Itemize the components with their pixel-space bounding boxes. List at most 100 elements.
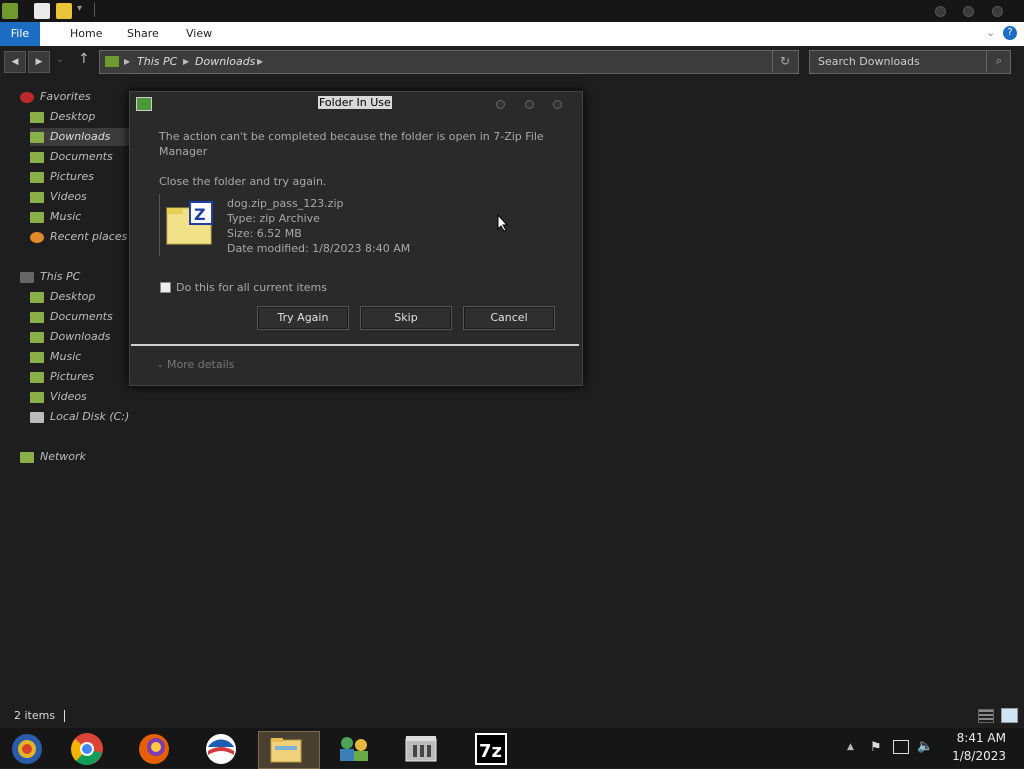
nav-item-pc-videos[interactable]: Videos: [30, 388, 87, 406]
nav-item-pc-pictures[interactable]: Pictures: [30, 368, 94, 386]
videos-icon: [30, 191, 44, 203]
back-button[interactable]: ◀: [4, 51, 26, 73]
refresh-button[interactable]: ↻: [772, 50, 797, 72]
volume-icon[interactable]: 🔈: [917, 739, 933, 754]
desktop-icon: [30, 111, 44, 123]
firefox-taskbar-icon[interactable]: [125, 731, 185, 767]
clock-date[interactable]: 1/8/2023: [948, 749, 1006, 763]
chevron-down-icon[interactable]: ⌄: [157, 360, 164, 369]
tab-home[interactable]: Home: [62, 22, 110, 46]
start-button[interactable]: [0, 731, 60, 767]
nav-item-pc-documents[interactable]: Documents: [30, 308, 113, 326]
search-box[interactable]: Search Downloads ⌕: [809, 50, 1011, 74]
nav-this-pc[interactable]: This PC: [20, 268, 80, 286]
nav-item-pc-downloads[interactable]: Downloads: [30, 328, 110, 346]
breadcrumb-downloads[interactable]: Downloads: [195, 51, 255, 73]
qat-dropdown-icon[interactable]: ▾: [77, 3, 82, 14]
nav-item-desktop[interactable]: Desktop: [30, 108, 95, 126]
dialog-close-button[interactable]: [553, 100, 562, 109]
minimize-button[interactable]: [935, 6, 946, 17]
videos-icon: [30, 391, 44, 403]
breadcrumb-this-pc[interactable]: This PC: [137, 51, 177, 73]
new-folder-icon[interactable]: [56, 3, 72, 19]
svg-text:Z: Z: [194, 205, 206, 224]
folder-in-use-dialog: Folder In Use The action can't be comple…: [129, 91, 583, 386]
properties-icon[interactable]: [34, 3, 50, 19]
desktop-icon: [30, 291, 44, 303]
nav-item-pc-desktop[interactable]: Desktop: [30, 288, 95, 306]
tab-share[interactable]: Share: [119, 22, 167, 46]
nav-item-downloads[interactable]: Downloads: [30, 128, 130, 146]
flag-icon[interactable]: ⚑: [870, 740, 882, 755]
7zip-taskbar-icon[interactable]: 7z: [460, 731, 520, 767]
nav-item-local-disk[interactable]: Local Disk (C:): [30, 408, 129, 426]
clock-time[interactable]: 8:41 AM: [952, 731, 1006, 745]
vpn-taskbar-icon[interactable]: [192, 731, 252, 767]
dialog-message-line2: Manager: [159, 145, 208, 158]
details-view-icon[interactable]: [978, 709, 994, 723]
maximize-button[interactable]: [963, 6, 974, 17]
status-item-count: 2 items: [14, 709, 56, 722]
folder-app-icon: [2, 3, 18, 19]
tab-view[interactable]: View: [178, 22, 220, 46]
help-icon[interactable]: ?: [1003, 26, 1017, 40]
downloads-icon: [30, 331, 44, 343]
zip-archive-icon: Z: [166, 201, 213, 245]
nav-item-documents[interactable]: Documents: [30, 148, 113, 166]
network-people-taskbar-icon[interactable]: [325, 731, 385, 767]
file-type: Type: zip Archive: [227, 212, 320, 225]
file-move-icon: [136, 97, 152, 111]
nav-item-pictures[interactable]: Pictures: [30, 168, 94, 186]
cancel-button[interactable]: Cancel: [463, 306, 555, 330]
chevron-right-icon[interactable]: ▶: [257, 51, 263, 73]
dialog-title: Folder In Use: [318, 96, 392, 109]
computer-icon: [20, 271, 34, 283]
svg-text:7z: 7z: [479, 741, 502, 762]
apply-all-label: Do this for all current items: [176, 281, 327, 294]
ribbon-expand-icon[interactable]: ⌄: [986, 26, 995, 39]
apply-all-checkbox[interactable]: [160, 282, 171, 293]
chevron-right-icon[interactable]: ▶: [183, 51, 189, 73]
network-icon: [20, 451, 34, 463]
tab-file[interactable]: File: [0, 22, 40, 46]
heart-icon: [20, 91, 34, 103]
file-thumbnail-frame: Z: [159, 194, 220, 256]
archive-taskbar-icon[interactable]: [393, 731, 453, 767]
forward-button[interactable]: ▶: [28, 51, 50, 73]
address-bar[interactable]: ▶ This PC ▶ Downloads ▶ ↻: [99, 50, 799, 74]
nav-item-music[interactable]: Music: [30, 208, 81, 226]
downloads-icon: [30, 131, 44, 143]
search-input[interactable]: Search Downloads: [818, 51, 920, 73]
dialog-minimize-button[interactable]: [496, 100, 505, 109]
drive-icon: [30, 411, 44, 423]
nav-item-videos[interactable]: Videos: [30, 188, 87, 206]
nav-network[interactable]: Network: [20, 448, 86, 466]
ribbon-tabs: File Home Share View ⌄ ?: [0, 22, 1024, 46]
dialog-message-line1: The action can't be completed because th…: [159, 130, 544, 143]
up-arrow-icon[interactable]: ↑: [78, 51, 90, 67]
music-icon: [30, 211, 44, 223]
divider: [94, 3, 95, 17]
large-icons-view-icon[interactable]: [1001, 708, 1018, 723]
documents-icon: [30, 151, 44, 163]
mouse-cursor-icon: [497, 214, 509, 232]
dialog-instruction: Close the folder and try again.: [159, 175, 327, 188]
chevron-right-icon: ▶: [124, 57, 131, 66]
dialog-maximize-button[interactable]: [525, 100, 534, 109]
file-explorer-taskbar-icon[interactable]: [258, 731, 320, 769]
close-button[interactable]: [992, 6, 1003, 17]
nav-favorites[interactable]: Favorites: [20, 88, 91, 106]
title-bar: ▾: [0, 0, 1024, 22]
try-again-button[interactable]: Try Again: [257, 306, 349, 330]
dialog-divider: [131, 344, 579, 346]
chrome-taskbar-icon[interactable]: [59, 731, 119, 767]
more-details-link[interactable]: More details: [167, 357, 234, 372]
skip-button[interactable]: Skip: [360, 306, 452, 330]
nav-item-pc-music[interactable]: Music: [30, 348, 81, 366]
recent-locations-icon[interactable]: ⌄: [56, 54, 64, 65]
show-hidden-icons-button[interactable]: ▲: [847, 742, 854, 752]
search-icon[interactable]: ⌕: [986, 50, 1011, 72]
nav-item-recent-places[interactable]: Recent places: [30, 228, 127, 246]
file-size: Size: 6.52 MB: [227, 227, 302, 240]
network-status-icon[interactable]: [893, 740, 909, 754]
